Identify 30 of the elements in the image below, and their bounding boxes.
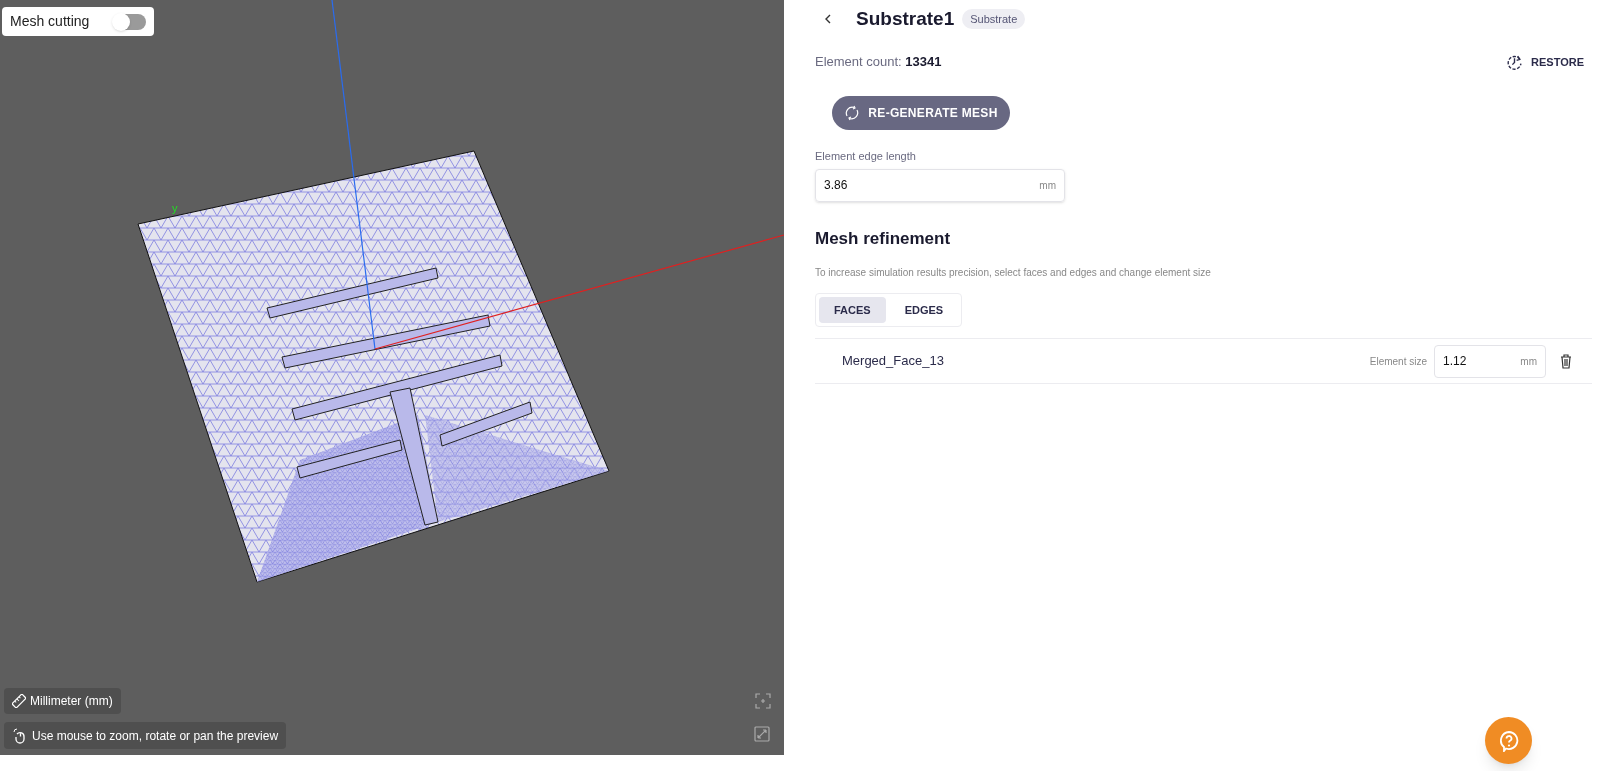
mesh-cutting-toggle[interactable] xyxy=(114,13,146,30)
help-icon xyxy=(1497,729,1520,752)
refresh-icon xyxy=(844,105,861,121)
help-button[interactable] xyxy=(1485,717,1532,764)
edge-length-label: Element edge length xyxy=(815,149,917,164)
panel-title: Substrate1 xyxy=(856,6,955,31)
refinement-tab[interactable]: FACES xyxy=(819,297,886,323)
element-size-label: Element size xyxy=(1369,354,1427,369)
element-count: Element count: 13341 xyxy=(815,53,942,72)
section-description: To increase simulation results precision, select faces and edges and change element size xyxy=(815,266,1212,280)
regenerate-mesh-button[interactable]: RE-GENERATE MESH xyxy=(832,96,1010,130)
units-chip[interactable]: Millimeter (mm) xyxy=(4,688,121,714)
hint-chip: Use mouse to zoom, rotate or pan the preview xyxy=(4,722,287,749)
section-title: Mesh refinement xyxy=(815,227,952,250)
ruler-icon xyxy=(12,694,26,708)
edge-length-field[interactable]: 3.86 mm xyxy=(815,168,1065,202)
mouse-icon xyxy=(12,727,28,744)
chevron-left-icon xyxy=(824,14,832,24)
face-name: Merged_Face_13 xyxy=(842,352,945,371)
type-badge: Substrate xyxy=(962,8,1026,30)
refinement-row[interactable]: Merged_Face_13 Element size 1.12 mm xyxy=(815,338,1592,384)
delete-button[interactable] xyxy=(1558,352,1574,370)
axis-label: y xyxy=(172,201,178,216)
trash-icon xyxy=(1560,353,1572,369)
element-size-field[interactable]: 1.12 mm xyxy=(1434,344,1546,378)
restore-button[interactable]: RESTORE xyxy=(1506,53,1584,71)
zoom-fit-icon[interactable] xyxy=(755,693,771,709)
fullscreen-icon[interactable] xyxy=(754,726,770,742)
mesh-cutting-label: Mesh cutting xyxy=(10,12,90,31)
restore-icon xyxy=(1506,53,1523,71)
